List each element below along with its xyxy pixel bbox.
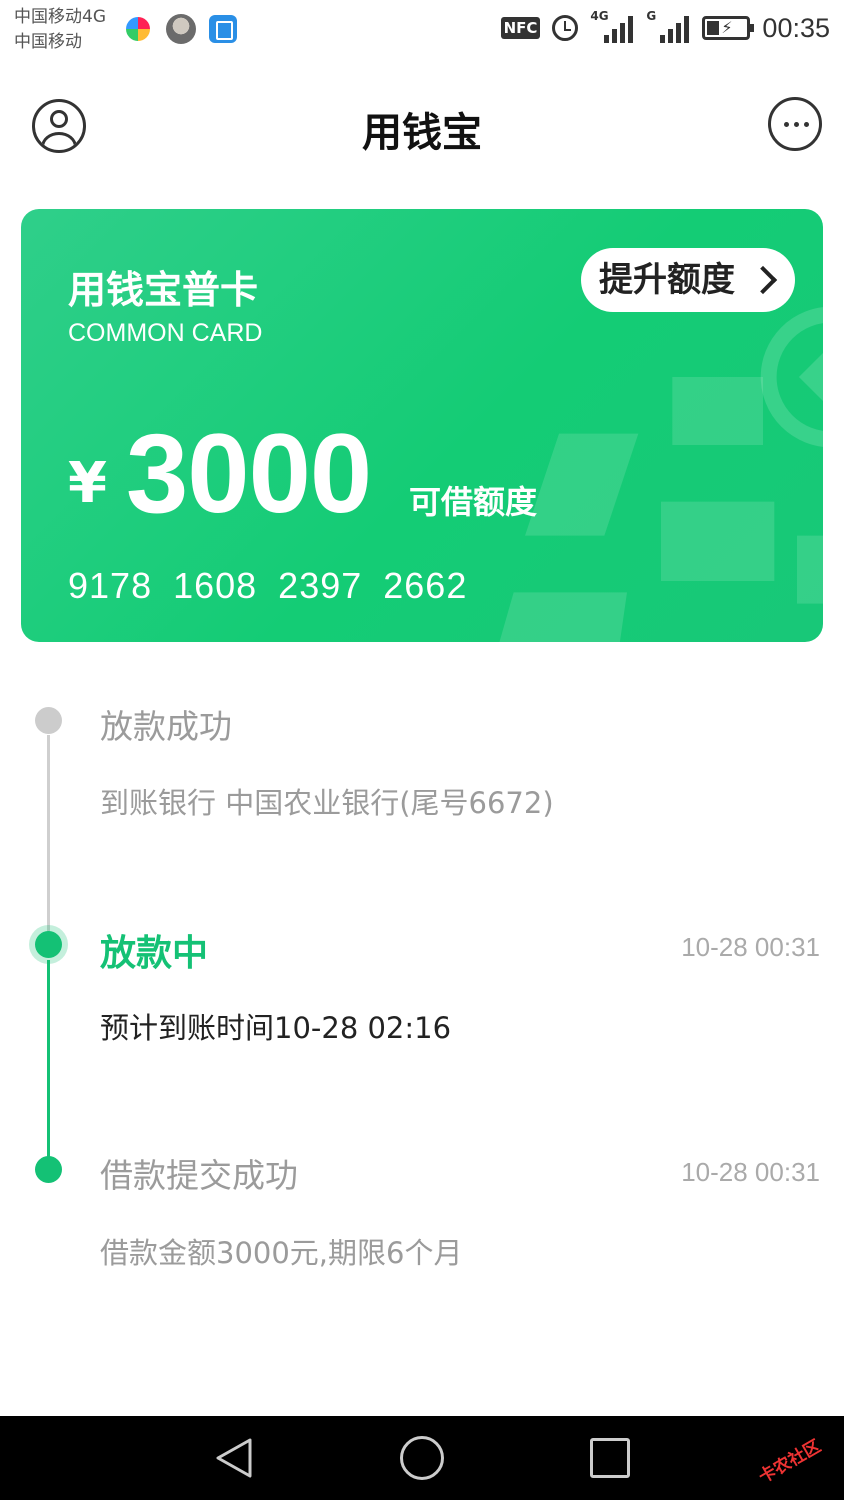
timeline-step-desc: 预计到账时间10-28 02:16 — [100, 1011, 452, 1045]
raise-limit-button[interactable]: 提升额度 — [581, 248, 795, 312]
signal-4g-icon: 4G — [590, 9, 634, 43]
status-indicators: NFC 4G G ⚡ 00:35 — [500, 8, 830, 48]
timeline-step-desc: 借款金额3000元,期限6个月 — [100, 1236, 463, 1270]
raise-limit-label: 提升额度 — [599, 260, 735, 300]
notification-sim-icon — [209, 15, 237, 43]
notification-app-icon — [126, 17, 150, 41]
more-options-icon[interactable] — [768, 97, 822, 151]
alarm-icon — [552, 15, 579, 41]
timeline-connector — [47, 735, 50, 945]
timeline-step-time: 10-28 00:31 — [681, 932, 820, 962]
status-time: 00:35 — [762, 12, 830, 43]
card-subtitle: COMMON CARD — [68, 319, 263, 347]
currency-symbol: ¥ — [68, 451, 107, 516]
status-bar: 中国移动4G 中国移动 NFC 4G G ⚡ 00:35 — [0, 0, 844, 60]
timeline-connector — [47, 960, 50, 1170]
recent-square-icon[interactable] — [590, 1438, 630, 1478]
credit-amount: 3000 — [126, 411, 372, 536]
chevron-right-icon — [748, 265, 778, 295]
timeline-step-desc: 到账银行 中国农业银行(尾号6672) — [100, 786, 554, 820]
card-name: 用钱宝普卡 — [68, 268, 259, 312]
timeline-step-title: 放款中 — [100, 933, 209, 974]
timeline-step-title: 放款成功 — [100, 707, 232, 746]
signal-g-icon: G — [646, 9, 690, 43]
timeline-dot-pending — [35, 707, 62, 734]
card-number: 9178 1608 2397 2662 — [68, 565, 468, 606]
home-circle-icon[interactable] — [400, 1436, 444, 1480]
system-nav-bar: 卡农社区 — [0, 1416, 844, 1500]
notification-avatar-icon — [166, 14, 196, 44]
back-triangle-icon[interactable] — [212, 1436, 256, 1480]
timeline-step-title: 借款提交成功 — [100, 1156, 298, 1195]
nfc-icon: NFC — [500, 17, 541, 39]
coin-watermark-icon — [499, 307, 823, 642]
timeline-dot-current-core — [35, 931, 62, 958]
timeline-step-time: 10-28 00:31 — [681, 1157, 820, 1187]
carrier-secondary: 中国移动 — [14, 32, 82, 52]
credit-card[interactable]: 用钱宝普卡 COMMON CARD 提升额度 ¥ 3000 可借额度 9178 … — [21, 209, 823, 642]
watermark-logo: 卡农社区 — [755, 1436, 825, 1488]
credit-amount-label: 可借额度 — [409, 483, 538, 521]
timeline-dot-done — [35, 1156, 62, 1183]
carrier-primary: 中国移动4G — [14, 7, 106, 27]
battery-charging-icon: ⚡ — [702, 16, 755, 40]
app-header: 用钱宝 — [0, 80, 844, 170]
page-title: 用钱宝 — [362, 110, 482, 156]
